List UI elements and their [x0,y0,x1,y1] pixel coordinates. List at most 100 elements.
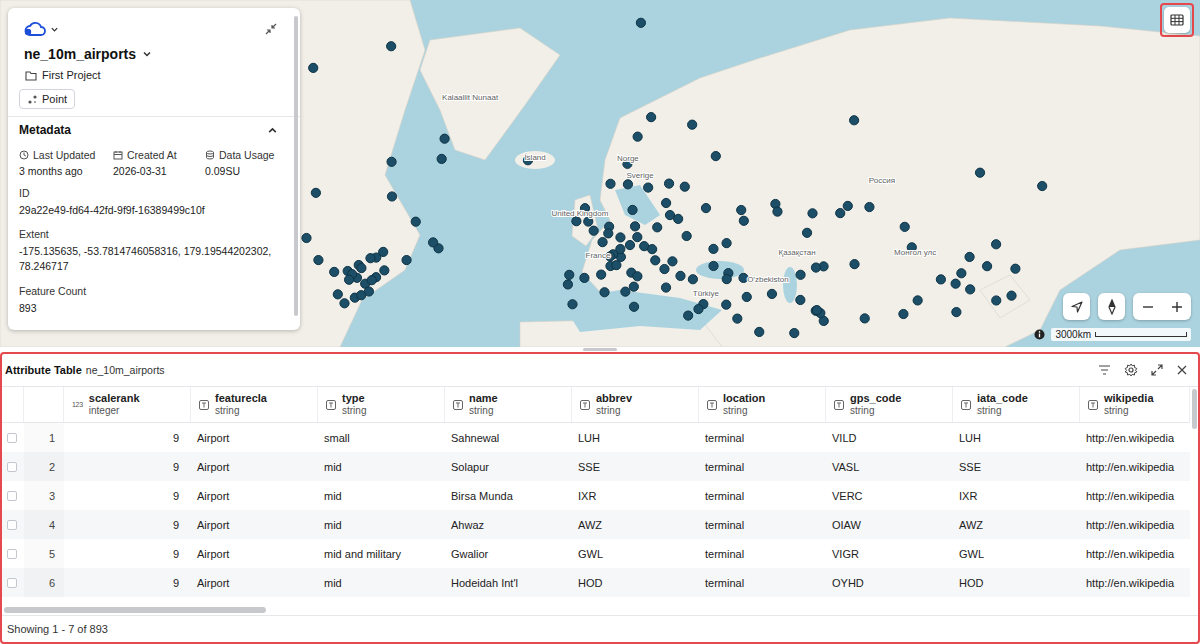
airport-point[interactable] [387,42,396,51]
airport-point[interactable] [664,179,673,188]
airport-point[interactable] [1038,181,1047,190]
airport-point[interactable] [790,328,799,337]
airport-point[interactable] [440,134,449,143]
airport-point[interactable] [437,154,446,163]
table-cell[interactable]: terminal [699,481,826,510]
airport-point[interactable] [668,257,677,266]
info-icon[interactable] [1034,329,1045,340]
airport-point[interactable] [302,233,311,242]
airport-point[interactable] [688,275,697,284]
airport-point[interactable] [606,179,615,188]
table-cell[interactable]: http://en.wikipedia [1080,568,1190,597]
column-header[interactable]: 123scalerankinteger [64,387,191,422]
airport-point[interactable] [773,207,782,216]
column-header[interactable]: featureclastring [191,387,318,422]
section-header[interactable]: Metadata [19,123,278,145]
table-cell[interactable]: Gwalior [445,539,572,568]
resize-handle[interactable] [583,348,617,351]
table-cell[interactable]: AWZ [572,510,699,539]
airport-point[interactable] [951,279,960,288]
airport-point[interactable] [402,255,411,264]
airport-point[interactable] [628,205,637,214]
airport-point[interactable] [380,266,389,275]
table-cell[interactable]: http://en.wikipedia [1080,423,1190,452]
airport-point[interactable] [600,288,609,297]
table-cell[interactable]: SSE [572,452,699,481]
airport-point[interactable] [411,217,420,226]
airport-point[interactable] [957,269,966,278]
airport-point[interactable] [598,238,607,247]
airport-point[interactable] [340,299,349,308]
table-cell[interactable]: VILD [826,423,953,452]
airport-point[interactable] [709,244,718,253]
airport-point[interactable] [680,182,689,191]
logo-button[interactable] [23,21,59,37]
airport-point[interactable] [364,287,373,296]
airport-point[interactable] [379,247,388,256]
airport-point[interactable] [648,245,657,254]
expand-icon[interactable] [1151,364,1163,376]
airport-point[interactable] [644,183,653,192]
filter-icon[interactable] [1098,364,1111,376]
airport-point[interactable] [755,327,764,336]
table-cell[interactable]: terminal [699,423,826,452]
airport-point[interactable] [836,209,845,218]
table-cell[interactable]: GWL [572,539,699,568]
airport-point[interactable] [982,262,991,271]
column-header[interactable]: typestring [318,387,445,422]
column-header[interactable]: abbrevstring [572,387,699,422]
airport-point[interactable] [630,222,639,231]
table-cell[interactable]: 9 [64,510,191,539]
airport-point[interactable] [850,260,859,269]
airport-point[interactable] [952,307,961,316]
airport-point[interactable] [629,302,638,311]
layer-title[interactable]: ne_10m_airports [19,46,286,62]
airport-point[interactable] [899,309,908,318]
locate-button[interactable] [1063,293,1090,320]
airport-point[interactable] [623,180,632,189]
airport-point[interactable] [992,296,1001,305]
airport-point[interactable] [357,263,366,272]
airport-point[interactable] [711,151,720,160]
airport-point[interactable] [992,240,1001,249]
airport-point[interactable] [309,63,318,72]
table-cell[interactable]: terminal [699,452,826,481]
airport-point[interactable] [742,292,751,301]
table-cell[interactable]: Airport [191,423,318,452]
airport-point[interactable] [647,113,656,122]
airport-point[interactable] [568,300,577,309]
vertical-scrollbar[interactable] [1192,389,1197,429]
airport-point[interactable] [913,296,922,305]
table-cell[interactable]: LUH [953,423,1080,452]
table-cell[interactable]: http://en.wikipedia [1080,481,1190,510]
airport-point[interactable] [674,214,683,223]
table-cell[interactable]: http://en.wikipedia [1080,452,1190,481]
airport-point[interactable] [625,240,634,249]
table-cell[interactable]: mid and military [318,539,445,568]
gear-icon[interactable] [1124,363,1138,377]
row-checkbox[interactable] [7,433,17,443]
airport-point[interactable] [722,239,731,248]
airport-point[interactable] [387,192,396,201]
table-cell[interactable]: VIGR [826,539,953,568]
airport-point[interactable] [660,264,669,273]
table-cell[interactable]: VERC [826,481,953,510]
horizontal-scrollbar[interactable] [2,605,1198,615]
table-cell[interactable]: VASL [826,452,953,481]
airport-point[interactable] [694,304,703,313]
collapse-icon[interactable] [264,22,278,36]
airport-point[interactable] [688,120,697,129]
table-cell[interactable]: 9 [64,423,191,452]
airport-point[interactable] [636,18,645,27]
airport-point[interactable] [808,209,817,218]
table-cell[interactable]: 9 [64,568,191,597]
table-cell[interactable]: mid [318,568,445,597]
table-cell[interactable]: http://en.wikipedia [1080,510,1190,539]
airport-point[interactable] [612,261,621,270]
airport-point[interactable] [565,270,574,279]
table-cell[interactable]: OYHD [826,568,953,597]
airport-point[interactable] [767,289,776,298]
table-cell[interactable]: IXR [572,481,699,510]
table-cell[interactable]: Airport [191,568,318,597]
airport-point[interactable] [737,205,746,214]
